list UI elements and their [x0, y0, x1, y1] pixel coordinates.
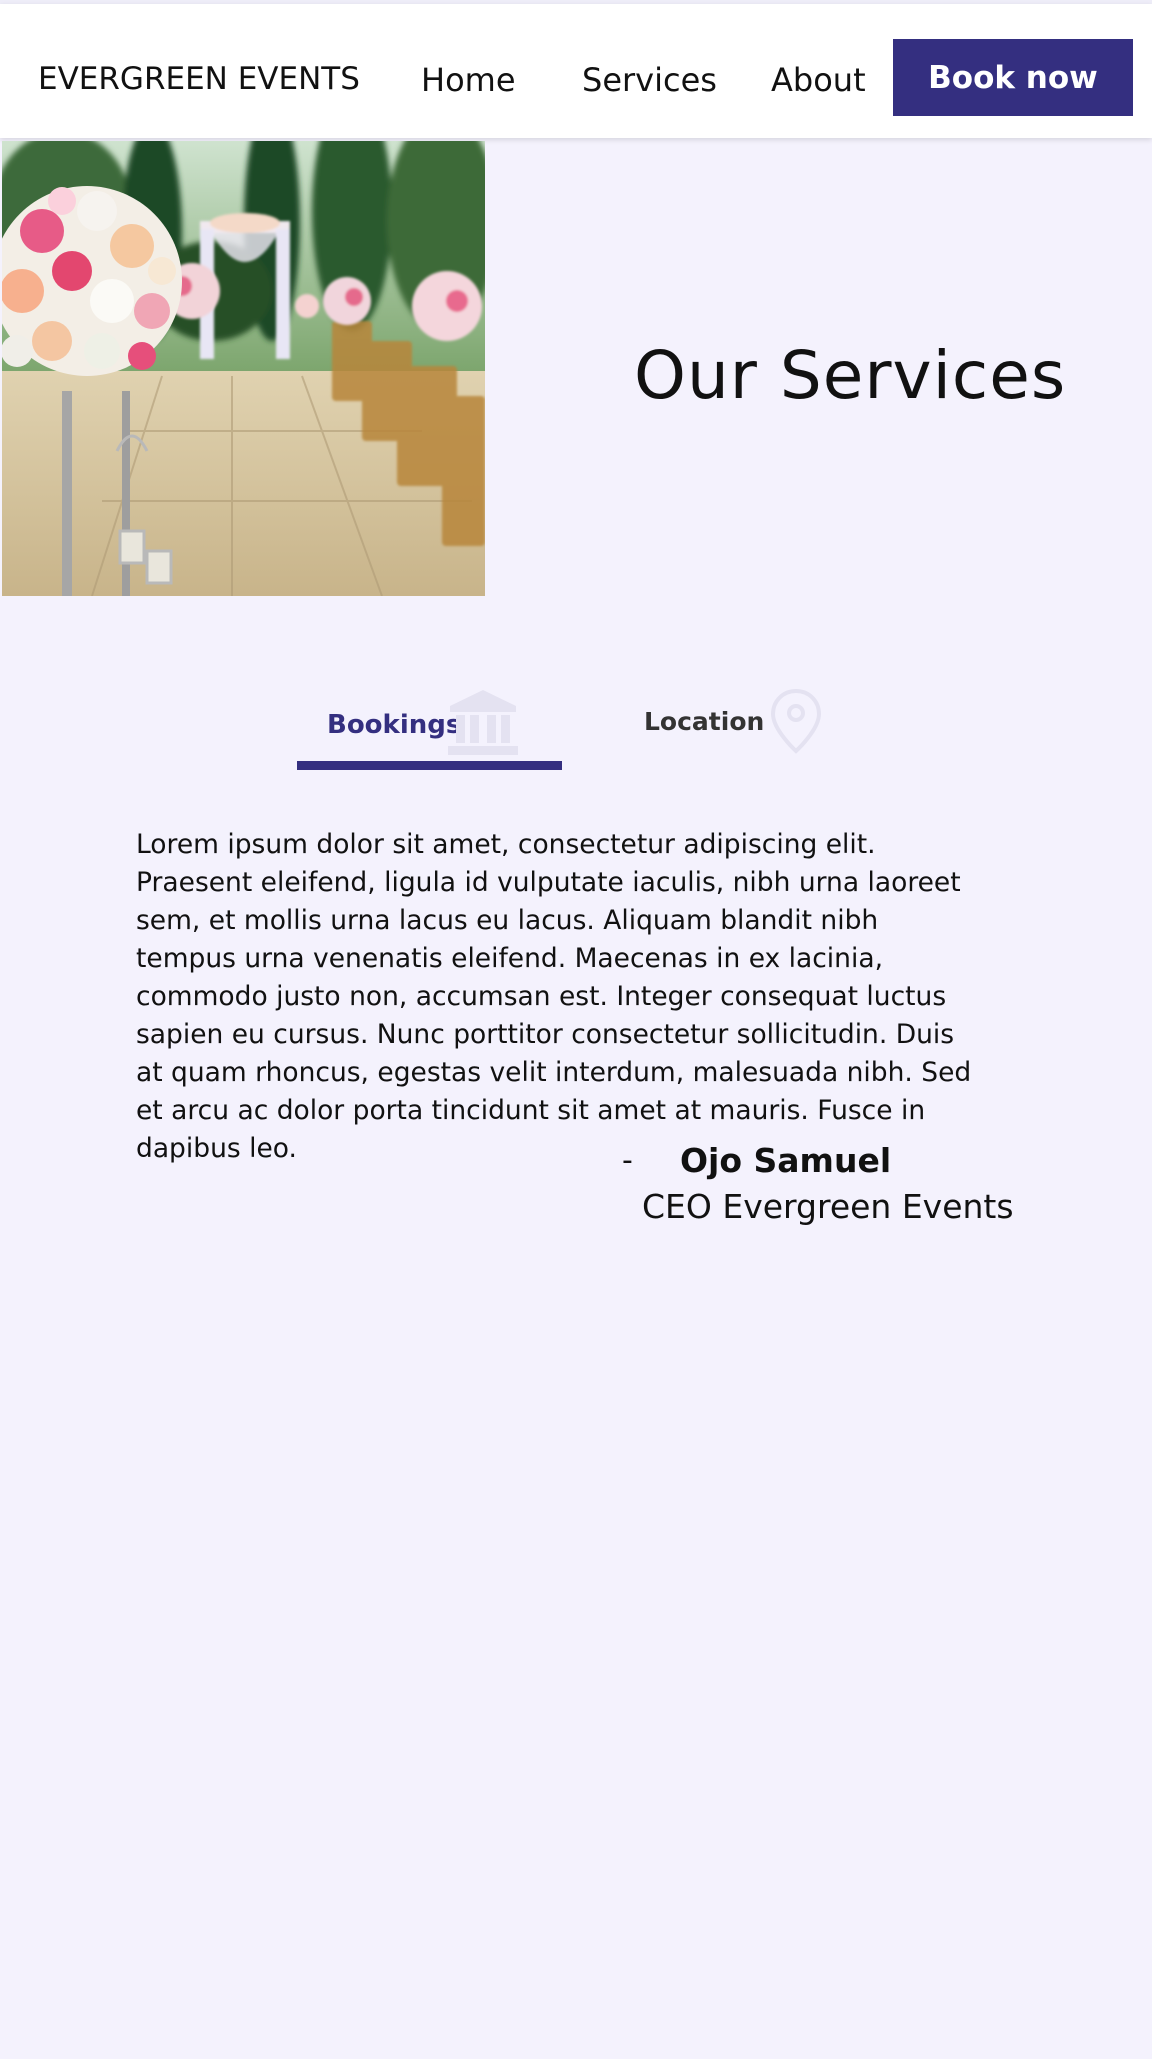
map-pin-icon	[770, 688, 822, 754]
signature-dash: -	[622, 1143, 633, 1178]
book-now-button[interactable]: Book now	[893, 39, 1133, 116]
nav-services-link[interactable]: Services	[582, 61, 717, 99]
signature-role: CEO Evergreen Events	[642, 1187, 1014, 1226]
active-tab-indicator	[297, 761, 562, 770]
nav-home-link[interactable]: Home	[421, 61, 516, 99]
page-title: Our Services	[634, 337, 1067, 414]
tab-bookings-label: Bookings	[327, 710, 462, 740]
signature-name: Ojo Samuel	[680, 1141, 892, 1180]
nav-about-link[interactable]: About	[771, 61, 866, 99]
bank-building-icon	[448, 690, 518, 755]
tab-location-label: Location	[644, 707, 765, 736]
site-logo[interactable]: EVERGREEN EVENTS	[38, 61, 360, 97]
hero-wedding-aisle-image	[2, 141, 485, 596]
services-description: Lorem ipsum dolor sit amet, consectetur …	[136, 829, 972, 1164]
site-header: EVERGREEN EVENTS Home Services About Boo…	[0, 4, 1152, 138]
